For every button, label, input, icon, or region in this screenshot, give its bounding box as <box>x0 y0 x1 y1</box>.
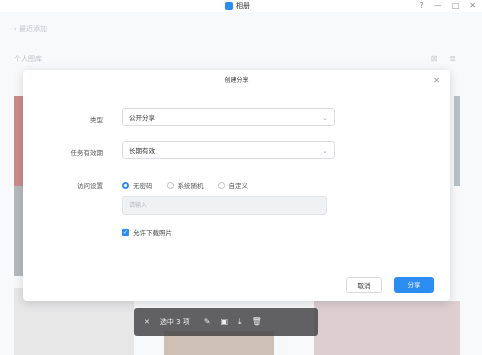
radio-custom[interactable]: 自定义 <box>217 180 249 190</box>
type-label: 类型 <box>90 116 103 124</box>
access-label: 访问设置 <box>77 182 103 190</box>
type-select[interactable]: 公开分享 ⌄ <box>122 108 335 126</box>
close-icon[interactable]: ✕ <box>433 76 440 85</box>
chevron-down-icon: ⌄ <box>322 114 328 122</box>
chevron-down-icon: ⌄ <box>322 147 328 155</box>
maximize-icon[interactable]: □ <box>452 0 460 12</box>
clear-selection-icon[interactable]: ✕ <box>144 318 150 326</box>
image-icon[interactable]: ▣ <box>220 317 228 327</box>
radio-system-random[interactable]: 系统随机 <box>166 180 204 190</box>
type-value: 公开分享 <box>129 114 155 122</box>
radio-label: 无密码 <box>133 182 153 190</box>
edit-icon[interactable]: ✎ <box>204 317 211 327</box>
radio-label: 自定义 <box>228 182 249 190</box>
cancel-button[interactable]: 取消 <box>346 277 382 293</box>
checkbox-checked-icon: ✓ <box>122 228 129 236</box>
help-icon[interactable]: ? <box>419 0 423 12</box>
close-icon[interactable]: ✕ <box>469 0 476 12</box>
title-bar: 相册 ? — □ ✕ <box>0 0 482 12</box>
allow-download-label: 允许下载照片 <box>133 229 172 237</box>
validity-select[interactable]: 长期有效 ⌄ <box>122 141 335 159</box>
toolbar-actions: ✎ ▣ ⤓ 🗑 <box>204 317 262 327</box>
window-title: 相册 <box>236 2 250 10</box>
app-title: 相册 <box>225 0 250 12</box>
radio-selected-icon <box>122 181 129 189</box>
window-controls: ? — □ ✕ <box>419 0 476 12</box>
minimize-icon[interactable]: — <box>434 0 442 12</box>
photos-app-icon <box>225 2 233 10</box>
access-radio-group: 无密码 系统随机 自定义 <box>122 180 248 190</box>
radio-icon <box>217 181 225 189</box>
create-share-dialog: 创建分享 ✕ 类型 公开分享 ⌄ 任务有效期 长期有效 ⌄ 访问设置 无密码 系… <box>23 70 450 301</box>
validity-label: 任务有效期 <box>70 149 104 157</box>
selection-count: 选中 3 项 <box>159 318 190 326</box>
download-icon[interactable]: ⤓ <box>238 317 242 327</box>
delete-icon[interactable]: 🗑 <box>252 317 262 327</box>
dialog-title: 创建分享 <box>224 77 249 84</box>
allow-download-checkbox[interactable]: ✓ 允许下载照片 <box>122 227 172 237</box>
radio-icon <box>166 181 174 189</box>
radio-label: 系统随机 <box>177 182 204 190</box>
selection-toolbar: ✕ 选中 3 项 ✎ ▣ ⤓ 🗑 <box>134 308 318 336</box>
validity-value: 长期有效 <box>129 147 155 155</box>
password-input[interactable]: 请输入 <box>122 196 327 215</box>
radio-no-password[interactable]: 无密码 <box>122 180 153 190</box>
share-button[interactable]: 分享 <box>394 277 434 293</box>
